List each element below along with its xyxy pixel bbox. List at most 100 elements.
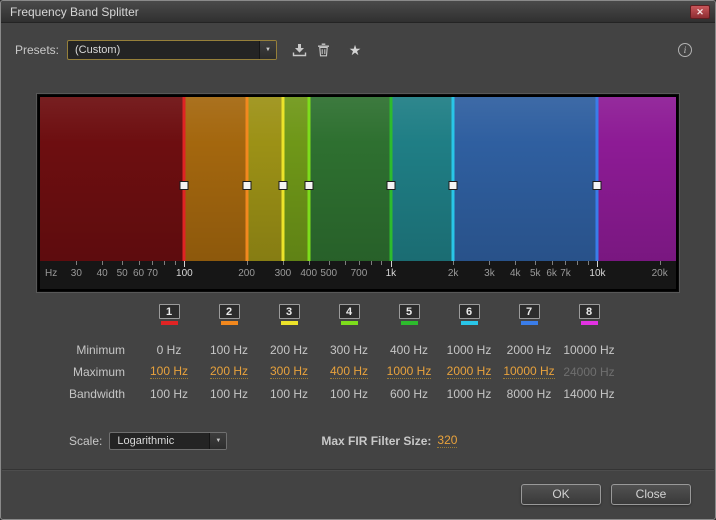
band-number-chip: 1 <box>159 304 180 319</box>
window-close-button[interactable]: ✕ <box>690 5 710 19</box>
maximum-cell-band-4: 400 Hz <box>319 361 379 383</box>
maximum-value-band-4[interactable]: 400 Hz <box>330 365 368 379</box>
bandwidth-value-band-4: 100 Hz <box>319 383 379 405</box>
minimum-value-band-6: 1000 Hz <box>439 339 499 361</box>
maximum-cell-band-2: 200 Hz <box>199 361 259 383</box>
axis-tick-label: 30 <box>71 268 82 279</box>
delete-preset-icon[interactable] <box>313 41 333 59</box>
axis-tick <box>535 261 536 265</box>
band-indicator-2: 2 <box>199 304 259 334</box>
ok-button[interactable]: OK <box>521 484 601 505</box>
axis-tick <box>175 261 176 265</box>
band-split-handle-5[interactable] <box>386 181 395 190</box>
footer-bar: OK Close <box>2 469 714 518</box>
bandwidth-value-band-6: 1000 Hz <box>439 383 499 405</box>
axis-tick-label: 10k <box>589 268 605 279</box>
maximum-value-band-1[interactable]: 100 Hz <box>150 365 188 379</box>
band-number-chip: 7 <box>519 304 540 319</box>
axis-tick <box>139 261 140 265</box>
band-number-chip: 4 <box>339 304 360 319</box>
bandwidth-value-band-3: 100 Hz <box>259 383 319 405</box>
axis-tick <box>359 261 360 265</box>
maximum-cell-band-5: 1000 Hz <box>379 361 439 383</box>
band-color-swatch <box>461 321 478 325</box>
axis-tick-label: 60 <box>133 268 144 279</box>
band-region-4 <box>283 97 309 261</box>
axis-unit-label: Hz <box>45 268 57 279</box>
save-preset-icon[interactable] <box>289 41 309 59</box>
close-button[interactable]: Close <box>611 484 691 505</box>
band-number-chip: 5 <box>399 304 420 319</box>
band-split-handle-1[interactable] <box>180 181 189 190</box>
chevron-down-icon: ▼ <box>209 433 226 449</box>
axis-tick-label: 6k <box>546 268 557 279</box>
maximum-value-band-5[interactable]: 1000 Hz <box>387 365 432 379</box>
maximum-cell-band-7: 10000 Hz <box>499 361 559 383</box>
band-region-2 <box>184 97 246 261</box>
axis-tick <box>283 261 284 265</box>
maximum-value-band-7[interactable]: 10000 Hz <box>503 365 554 379</box>
row-label-minimum: Minimum <box>15 339 139 361</box>
band-color-swatch <box>281 321 298 325</box>
row-label-maximum: Maximum <box>15 361 139 383</box>
axis-tick-label: 50 <box>117 268 128 279</box>
axis-tick <box>489 261 490 265</box>
bandwidth-value-band-5: 600 Hz <box>379 383 439 405</box>
grid-spacer <box>15 304 139 326</box>
axis-tick <box>515 261 516 265</box>
presets-dropdown[interactable]: (Custom) ▼ <box>67 40 277 60</box>
axis-tick <box>371 261 372 265</box>
presets-label: Presets: <box>15 43 59 57</box>
scale-dropdown-value: Logarithmic <box>110 433 209 449</box>
band-split-handle-7[interactable] <box>593 181 602 190</box>
minimum-value-band-4: 300 Hz <box>319 339 379 361</box>
trash-glyph <box>317 43 330 57</box>
band-split-handle-2[interactable] <box>242 181 251 190</box>
presets-dropdown-value: (Custom) <box>68 41 259 59</box>
band-region-3 <box>247 97 283 261</box>
axis-tick-label: 4k <box>510 268 521 279</box>
band-indicator-6: 6 <box>439 304 499 334</box>
row-label-bandwidth: Bandwidth <box>15 383 139 405</box>
maximum-cell-band-3: 300 Hz <box>259 361 319 383</box>
scale-row: Scale: Logarithmic ▼ Max FIR Filter Size… <box>69 431 715 451</box>
band-number-chip: 6 <box>459 304 480 319</box>
band-region-6 <box>391 97 453 261</box>
maximum-value-band-8: 24000 Hz <box>563 365 614 379</box>
band-split-handle-3[interactable] <box>278 181 287 190</box>
info-icon[interactable]: i <box>678 43 692 57</box>
scale-label: Scale: <box>69 434 102 448</box>
maximum-cell-band-1: 100 Hz <box>139 361 199 383</box>
maximum-value-band-6[interactable]: 2000 Hz <box>447 365 492 379</box>
axis-tick <box>453 261 454 265</box>
band-split-handle-4[interactable] <box>304 181 313 190</box>
axis-tick <box>345 261 346 265</box>
axis-tick <box>102 261 103 265</box>
band-split-handle-6[interactable] <box>449 181 458 190</box>
axis-tick-label: 400 <box>300 268 317 279</box>
band-boundary-line-6 <box>452 97 455 261</box>
band-boundary-line-5 <box>389 97 392 261</box>
band-indicator-5: 5 <box>379 304 439 334</box>
axis-tick-label: 100 <box>176 268 193 279</box>
band-region-5 <box>309 97 391 261</box>
band-indicator-8: 8 <box>559 304 619 334</box>
axis-tick-label: 2k <box>448 268 459 279</box>
band-indicator-7: 7 <box>499 304 559 334</box>
fir-size-value[interactable]: 320 <box>437 434 457 448</box>
frequency-axis: Hz 30405060701002003004005007001k2k3k4k5… <box>40 261 676 289</box>
axis-tick-label: 200 <box>238 268 255 279</box>
axis-tick <box>597 261 598 267</box>
band-boundary-line-3 <box>281 97 284 261</box>
axis-tick <box>329 261 330 265</box>
maximum-value-band-2[interactable]: 200 Hz <box>210 365 248 379</box>
band-region-1 <box>40 97 184 261</box>
band-number-chip: 2 <box>219 304 240 319</box>
bandwidth-value-band-2: 100 Hz <box>199 383 259 405</box>
axis-tick-label: 40 <box>97 268 108 279</box>
chevron-down-icon: ▼ <box>259 41 276 59</box>
band-indicator-3: 3 <box>259 304 319 334</box>
maximum-value-band-3[interactable]: 300 Hz <box>270 365 308 379</box>
favorite-preset-icon[interactable]: ★ <box>345 41 365 59</box>
scale-dropdown[interactable]: Logarithmic ▼ <box>109 432 227 450</box>
